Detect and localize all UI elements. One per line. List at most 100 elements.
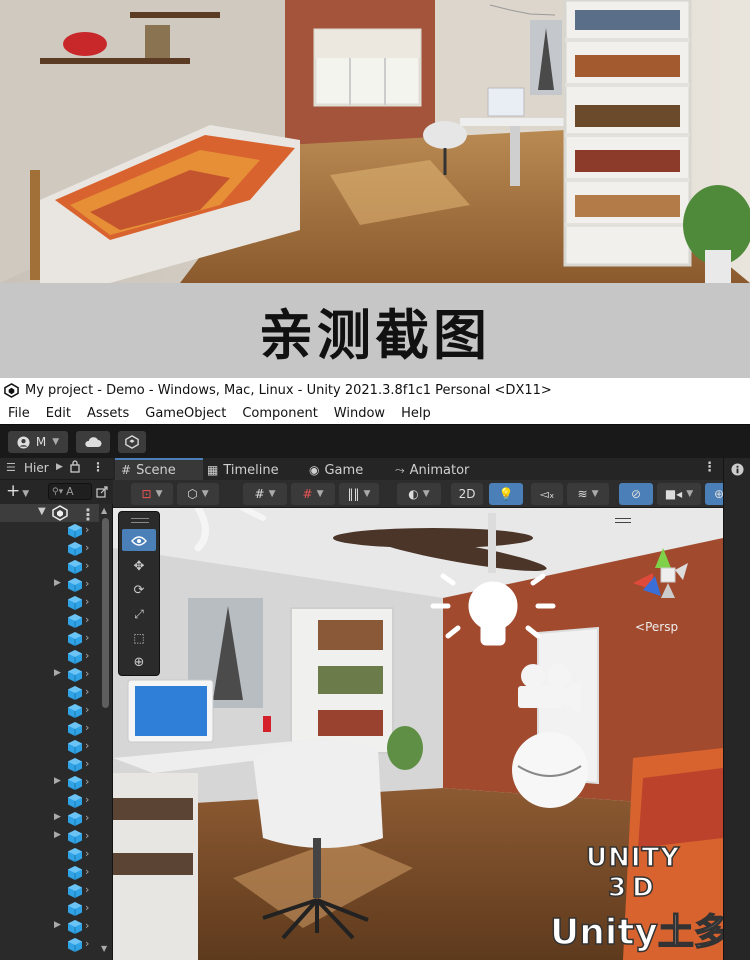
hierarchy-row[interactable]: › (0, 756, 99, 774)
chevron-right-icon[interactable]: › (85, 775, 89, 788)
tab-game[interactable]: ◉ Game (309, 460, 363, 480)
hierarchy-row[interactable]: › (0, 612, 99, 630)
hierarchy-row[interactable]: › (0, 558, 99, 576)
add-button[interactable]: + ▼ (6, 481, 29, 501)
expand-icon[interactable] (96, 483, 108, 502)
hierarchy-row[interactable]: ▶ › (0, 774, 99, 792)
effects-dropdown[interactable]: ≋ ▼ (567, 483, 609, 505)
chevron-right-icon[interactable]: › (85, 919, 89, 932)
more-options-icon[interactable]: ⋮ (703, 460, 716, 475)
orientation-gizmo[interactable]: <Persp (613, 516, 718, 636)
audio-toggle[interactable]: ◅ₓ (531, 483, 563, 505)
hierarchy-row[interactable]: › (0, 648, 99, 666)
scroll-down-icon[interactable]: ▼ (101, 944, 107, 953)
chevron-right-icon[interactable]: › (85, 901, 89, 914)
chevron-right-icon[interactable]: › (85, 883, 89, 896)
tab-scene[interactable]: # Scene (115, 458, 203, 480)
rotate-tool-button[interactable]: ⟳ (122, 579, 156, 601)
account-dropdown[interactable]: M ▼ (8, 431, 68, 453)
chevron-right-icon[interactable]: › (85, 703, 89, 716)
menu-edit[interactable]: Edit (38, 406, 79, 421)
hierarchy-tab[interactable]: ☰ Hier ▶ ⋮ (0, 458, 113, 480)
hierarchy-row[interactable]: ▶ › (0, 828, 99, 846)
chevron-right-icon[interactable]: › (85, 649, 89, 662)
collab-button[interactable] (118, 431, 146, 453)
hierarchy-scrollbar[interactable]: ▲ ▼ (99, 504, 112, 960)
cloud-button[interactable] (76, 431, 110, 453)
expand-arrow-icon[interactable]: ▶ (54, 812, 61, 822)
scrollbar-thumb[interactable] (102, 518, 109, 708)
chevron-right-icon[interactable]: › (85, 595, 89, 608)
hierarchy-row[interactable]: ▶ › (0, 918, 99, 936)
local-global-dropdown[interactable]: ⬡ ▼ (177, 483, 219, 505)
chevron-right-icon[interactable]: › (85, 865, 89, 878)
gizmo-pivot-dropdown[interactable]: ⊡ ▼ (131, 483, 173, 505)
expand-arrow-icon[interactable]: ▼ (38, 506, 46, 517)
chevron-right-icon[interactable]: › (85, 631, 89, 644)
chevron-right-icon[interactable]: › (85, 847, 89, 860)
camera-settings-dropdown[interactable]: ■◂ ▼ (657, 483, 701, 505)
chevron-right-icon[interactable]: › (85, 721, 89, 734)
view-tool-button[interactable] (122, 529, 156, 551)
grid-snap-dropdown[interactable]: # ▼ (243, 483, 287, 505)
scene-viewport[interactable]: ✥ ⟳ ⤢ ⬚ ⊕ <Persp UNITY 3D Unity土多 (113, 508, 723, 960)
hierarchy-row[interactable]: › (0, 846, 99, 864)
hierarchy-row[interactable]: › (0, 684, 99, 702)
hierarchy-row[interactable]: › (0, 792, 99, 810)
more-options-icon[interactable]: ⋮ (92, 460, 104, 474)
move-tool-button[interactable]: ✥ (122, 555, 156, 577)
expand-arrow-icon[interactable]: ▶ (54, 668, 61, 678)
menu-file[interactable]: File (0, 406, 38, 421)
hierarchy-row[interactable]: › (0, 594, 99, 612)
rect-tool-button[interactable]: ⬚ (122, 627, 156, 649)
lighting-toggle[interactable]: 💡 (489, 483, 523, 505)
info-icon[interactable] (731, 461, 744, 480)
menu-assets[interactable]: Assets (79, 406, 137, 421)
hierarchy-row[interactable]: › (0, 900, 99, 918)
chevron-right-icon[interactable]: › (85, 685, 89, 698)
chevron-right-icon[interactable]: › (85, 757, 89, 770)
hierarchy-row[interactable]: ▶ › (0, 666, 99, 684)
expand-arrow-icon[interactable]: ▶ (54, 830, 61, 840)
projection-label[interactable]: <Persp (635, 620, 678, 634)
tab-timeline[interactable]: ▦ Timeline (207, 460, 279, 480)
expand-arrow-icon[interactable]: ▶ (54, 578, 61, 588)
hierarchy-row[interactable]: › (0, 540, 99, 558)
search-input[interactable]: ⚲▾ A (48, 483, 92, 500)
tab-animator[interactable]: ⤳ Animator (395, 460, 469, 480)
hierarchy-row[interactable]: › (0, 864, 99, 882)
menu-gameobject[interactable]: GameObject (137, 406, 234, 421)
overlay-drag-handle[interactable] (131, 518, 149, 523)
hierarchy-row[interactable]: ▶ › (0, 810, 99, 828)
chevron-right-icon[interactable]: › (85, 667, 89, 680)
menu-component[interactable]: Component (234, 406, 325, 421)
hierarchy-row[interactable]: › (0, 738, 99, 756)
toggle-2d-button[interactable]: 2D (451, 483, 483, 505)
hierarchy-row[interactable]: › (0, 522, 99, 540)
gizmo-menu-icon[interactable] (615, 518, 631, 523)
lock-icon[interactable] (70, 460, 80, 476)
hierarchy-row[interactable]: › (0, 936, 99, 954)
scroll-up-icon[interactable]: ▲ (101, 506, 107, 515)
expand-arrow-icon[interactable]: ▶ (54, 776, 61, 786)
hierarchy-row[interactable]: ▶ › (0, 576, 99, 594)
chevron-right-icon[interactable]: › (85, 577, 89, 590)
transform-tool-button[interactable]: ⊕ (122, 651, 156, 673)
scene-root-row[interactable]: ▼ ⋮ (0, 504, 99, 524)
expand-arrow-icon[interactable]: ▶ (54, 920, 61, 930)
chevron-right-icon[interactable]: › (85, 793, 89, 806)
hierarchy-row[interactable]: › (0, 630, 99, 648)
increment-snap-button[interactable]: ‖‖ ▼ (339, 483, 379, 505)
chevron-right-icon[interactable]: › (85, 559, 89, 572)
draw-mode-dropdown[interactable]: ◐ ▼ (397, 483, 441, 505)
chevron-right-icon[interactable]: › (85, 811, 89, 824)
hierarchy-row[interactable]: › (0, 882, 99, 900)
chevron-right-icon[interactable]: › (85, 613, 89, 626)
scale-tool-button[interactable]: ⤢ (122, 603, 156, 625)
chevron-right-icon[interactable]: › (85, 829, 89, 842)
chevron-right-icon[interactable]: › (85, 739, 89, 752)
menu-window[interactable]: Window (326, 406, 393, 421)
hidden-objects-toggle[interactable]: ⊘ (619, 483, 653, 505)
hierarchy-row[interactable]: › (0, 702, 99, 720)
chevron-right-icon[interactable]: › (85, 541, 89, 554)
